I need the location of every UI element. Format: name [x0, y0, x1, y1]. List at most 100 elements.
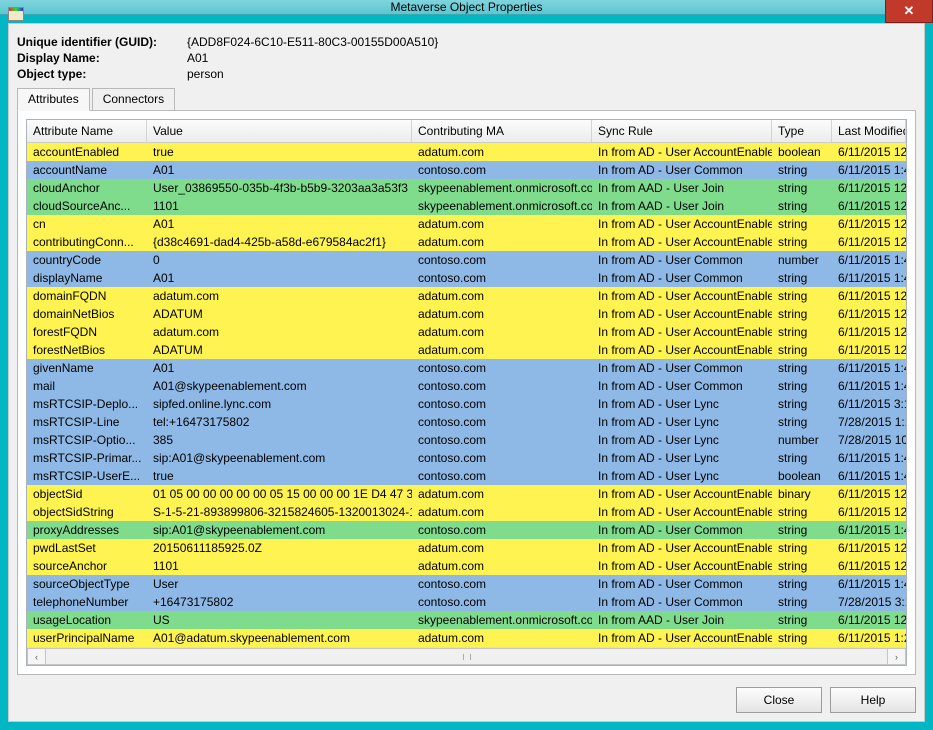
cell-contributing-ma: adatum.com — [412, 215, 592, 233]
object-type-value: person — [187, 66, 916, 82]
table-row[interactable]: pwdLastSet20150611185925.0Zadatum.comIn … — [27, 539, 906, 557]
cell-attribute-name: sourceAnchor — [27, 557, 147, 575]
table-row[interactable]: accountEnabledtrueadatum.comIn from AD -… — [27, 143, 906, 161]
cell-sync-rule: In from AAD - User Join — [592, 611, 772, 629]
table-row[interactable]: forestNetBiosADATUMadatum.comIn from AD … — [27, 341, 906, 359]
cell-attribute-name: sourceObjectType — [27, 575, 147, 593]
cell-value: 0 — [147, 251, 412, 269]
cell-sync-rule: In from AD - User Lync — [592, 449, 772, 467]
close-button[interactable]: Close — [736, 687, 822, 713]
col-last-modified[interactable]: Last Modified — [832, 120, 906, 142]
table-row[interactable]: sourceAnchor1101adatum.comIn from AD - U… — [27, 557, 906, 575]
cell-last-modified: 6/11/2015 1:41 — [832, 251, 906, 269]
cell-value: sipfed.online.lync.com — [147, 395, 412, 413]
tab-attributes[interactable]: Attributes — [17, 88, 90, 111]
dialog-buttons: Close Help — [17, 681, 916, 713]
cell-contributing-ma: contoso.com — [412, 269, 592, 287]
cell-last-modified: 6/11/2015 12:1 — [832, 179, 906, 197]
table-row[interactable]: proxyAddressessip:A01@skypeenablement.co… — [27, 521, 906, 539]
cell-contributing-ma: adatum.com — [412, 233, 592, 251]
table-row[interactable]: objectSidStringS-1-5-21-893899806-321582… — [27, 503, 906, 521]
table-row[interactable]: telephoneNumber+16473175802contoso.comIn… — [27, 593, 906, 611]
table-row[interactable]: forestFQDNadatum.comadatum.comIn from AD… — [27, 323, 906, 341]
table-row[interactable]: msRTCSIP-Linetel:+16473175802contoso.com… — [27, 413, 906, 431]
grid-body[interactable]: accountEnabledtrueadatum.comIn from AD -… — [27, 143, 906, 647]
cell-value: ADATUM — [147, 341, 412, 359]
cell-last-modified: 6/11/2015 12:0 — [832, 287, 906, 305]
table-row[interactable]: msRTCSIP-Optio...385contoso.comIn from A… — [27, 431, 906, 449]
cell-attribute-name: objectSidString — [27, 503, 147, 521]
table-row[interactable]: usageLocationUSskypeenablement.onmicroso… — [27, 611, 906, 629]
cell-attribute-name: msRTCSIP-Deplo... — [27, 395, 147, 413]
cell-value: A01 — [147, 161, 412, 179]
cell-last-modified: 6/11/2015 3:10 — [832, 395, 906, 413]
cell-type: string — [772, 359, 832, 377]
col-type[interactable]: Type — [772, 120, 832, 142]
cell-type: string — [772, 611, 832, 629]
cell-last-modified: 6/11/2015 1:41 — [832, 575, 906, 593]
cell-sync-rule: In from AD - User Lync — [592, 413, 772, 431]
cell-value: +16473175802 — [147, 593, 412, 611]
table-row[interactable]: userPrincipalNameA01@adatum.skypeenablem… — [27, 629, 906, 647]
cell-type: string — [772, 557, 832, 575]
cell-last-modified: 6/11/2015 1:41 — [832, 359, 906, 377]
cell-value: 1101 — [147, 197, 412, 215]
table-row[interactable]: domainNetBiosADATUMadatum.comIn from AD … — [27, 305, 906, 323]
table-row[interactable]: cnA01adatum.comIn from AD - User Account… — [27, 215, 906, 233]
table-row[interactable]: countryCode0contoso.comIn from AD - User… — [27, 251, 906, 269]
cell-contributing-ma: skypeenablement.onmicrosoft.com - AAD — [412, 179, 592, 197]
cell-attribute-name: pwdLastSet — [27, 539, 147, 557]
table-row[interactable]: accountNameA01contoso.comIn from AD - Us… — [27, 161, 906, 179]
cell-contributing-ma: adatum.com — [412, 341, 592, 359]
table-row[interactable]: sourceObjectTypeUsercontoso.comIn from A… — [27, 575, 906, 593]
cell-value: A01@skypeenablement.com — [147, 377, 412, 395]
help-button[interactable]: Help — [830, 687, 916, 713]
cell-last-modified: 6/11/2015 1:41 — [832, 269, 906, 287]
cell-last-modified: 6/11/2015 1:41 — [832, 467, 906, 485]
cell-value: sip:A01@skypeenablement.com — [147, 449, 412, 467]
table-row[interactable]: msRTCSIP-Primar...sip:A01@skypeenablemen… — [27, 449, 906, 467]
col-contributing-ma[interactable]: Contributing MA — [412, 120, 592, 142]
table-row[interactable]: mailA01@skypeenablement.comcontoso.comIn… — [27, 377, 906, 395]
cell-last-modified: 6/11/2015 12:1 — [832, 197, 906, 215]
tab-connectors[interactable]: Connectors — [92, 88, 175, 110]
attributes-grid: Attribute Name Value Contributing MA Syn… — [26, 119, 907, 666]
table-row[interactable]: msRTCSIP-UserE...truecontoso.comIn from … — [27, 467, 906, 485]
table-row[interactable]: cloudAnchorUser_03869550-035b-4f3b-b5b9-… — [27, 179, 906, 197]
scroll-track[interactable] — [46, 648, 887, 665]
cell-type: number — [772, 251, 832, 269]
cell-last-modified: 6/11/2015 12:0 — [832, 485, 906, 503]
cell-contributing-ma: contoso.com — [412, 575, 592, 593]
cell-value: adatum.com — [147, 323, 412, 341]
cell-type: string — [772, 503, 832, 521]
app-icon — [8, 6, 24, 22]
col-value[interactable]: Value — [147, 120, 412, 142]
grid-header: Attribute Name Value Contributing MA Syn… — [27, 120, 906, 143]
table-row[interactable]: displayNameA01contoso.comIn from AD - Us… — [27, 269, 906, 287]
table-row[interactable]: domainFQDNadatum.comadatum.comIn from AD… — [27, 287, 906, 305]
cell-sync-rule: In from AD - User Lync — [592, 431, 772, 449]
col-sync-rule[interactable]: Sync Rule — [592, 120, 772, 142]
cell-sync-rule: In from AD - User AccountEnabled — [592, 215, 772, 233]
close-icon[interactable]: ✕ — [885, 0, 933, 23]
cell-last-modified: 6/11/2015 12:0 — [832, 233, 906, 251]
cell-attribute-name: displayName — [27, 269, 147, 287]
cell-contributing-ma: adatum.com — [412, 323, 592, 341]
cell-attribute-name: domainNetBios — [27, 305, 147, 323]
cell-type: string — [772, 161, 832, 179]
cell-sync-rule: In from AD - User Common — [592, 269, 772, 287]
title-bar[interactable]: Metaverse Object Properties ✕ — [0, 0, 933, 15]
table-row[interactable]: givenNameA01contoso.comIn from AD - User… — [27, 359, 906, 377]
cell-type: boolean — [772, 143, 832, 161]
cell-attribute-name: msRTCSIP-Line — [27, 413, 147, 431]
cell-attribute-name: mail — [27, 377, 147, 395]
tab-strip: Attributes Connectors — [17, 88, 916, 111]
table-row[interactable]: contributingConn...{d38c4691-dad4-425b-a… — [27, 233, 906, 251]
scroll-right-icon[interactable]: › — [887, 648, 906, 665]
col-attribute-name[interactable]: Attribute Name — [27, 120, 147, 142]
table-row[interactable]: msRTCSIP-Deplo...sipfed.online.lync.comc… — [27, 395, 906, 413]
horizontal-scrollbar[interactable]: ‹ › — [27, 647, 906, 665]
table-row[interactable]: cloudSourceAnc...1101skypeenablement.onm… — [27, 197, 906, 215]
scroll-left-icon[interactable]: ‹ — [27, 648, 46, 665]
table-row[interactable]: objectSid01 05 00 00 00 00 00 05 15 00 0… — [27, 485, 906, 503]
